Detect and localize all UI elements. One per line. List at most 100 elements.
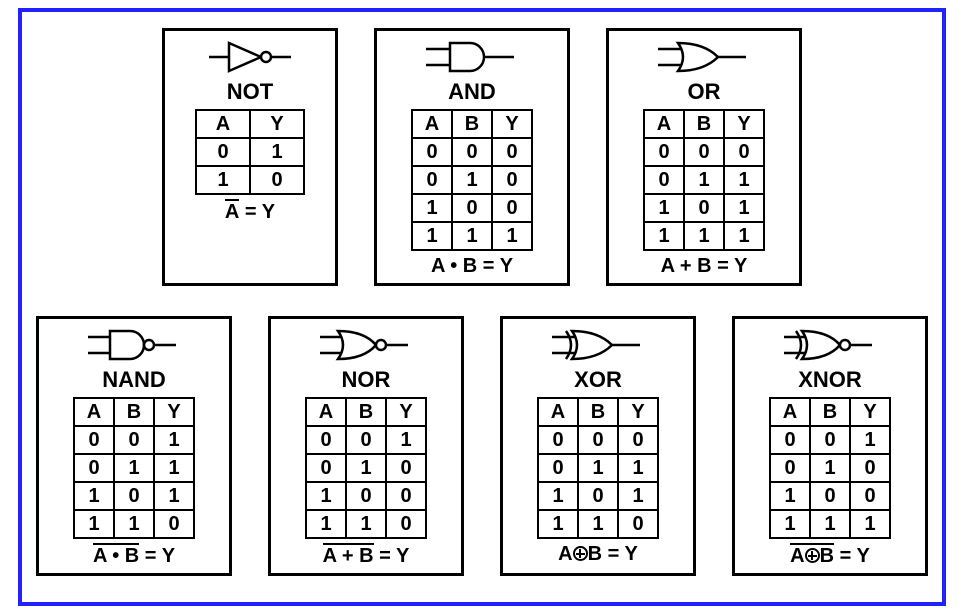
cell: A — [644, 110, 684, 138]
expression-or: A + B = Y — [619, 255, 789, 277]
cell: 0 — [850, 454, 890, 482]
cell: 0 — [724, 138, 764, 166]
cell: 0 — [306, 426, 346, 454]
cell: 1 — [452, 222, 492, 250]
row-top: NOT A Y 0 1 1 0 A = Y — [22, 28, 942, 286]
table-row: ABY — [412, 110, 532, 138]
cell: Y — [154, 398, 194, 426]
expression-nor: A + B = Y — [281, 543, 451, 567]
truth-table-or: ABY 000 011 101 111 — [643, 109, 765, 251]
cell: 0 — [250, 166, 304, 194]
cell: 1 — [850, 426, 890, 454]
cell: 1 — [154, 454, 194, 482]
truth-table-nand: ABY 001 011 101 110 — [73, 397, 195, 539]
cell: 1 — [74, 482, 114, 510]
xor-symbol-icon — [805, 548, 820, 563]
expression-nand: A • B = Y — [49, 543, 219, 567]
cell: 1 — [346, 510, 386, 538]
table-row: 000 — [644, 138, 764, 166]
cell: 1 — [578, 454, 618, 482]
truth-table-nor: ABY 001 010 100 110 — [305, 397, 427, 539]
table-row: 111 — [644, 222, 764, 250]
cell: 0 — [114, 426, 154, 454]
card-xor: XOR ABY 000 011 101 110 AB = Y — [500, 316, 696, 576]
cell: A — [306, 398, 346, 426]
cell: A — [196, 110, 250, 138]
expression-xnor: AB = Y — [745, 543, 915, 567]
xnor-gate-icon — [780, 325, 880, 365]
cell: 0 — [346, 482, 386, 510]
cell: A — [538, 398, 578, 426]
cell: 1 — [578, 510, 618, 538]
cell: 1 — [770, 482, 810, 510]
table-row: ABY — [538, 398, 658, 426]
cell: 1 — [850, 510, 890, 538]
table-row: 111 — [770, 510, 890, 538]
card-nor: NOR ABY 001 010 100 110 A + B = Y — [268, 316, 464, 576]
cell: 1 — [644, 222, 684, 250]
cell: 0 — [154, 510, 194, 538]
cell: 1 — [684, 222, 724, 250]
cell: 1 — [724, 194, 764, 222]
cell: B — [346, 398, 386, 426]
cell: 0 — [850, 482, 890, 510]
cell: 0 — [492, 166, 532, 194]
not-gate-icon — [205, 37, 295, 77]
card-and: AND ABY 000 010 100 111 A • B = Y — [374, 28, 570, 286]
table-row: 001 — [770, 426, 890, 454]
table-row: ABY — [644, 110, 764, 138]
cell: 0 — [412, 166, 452, 194]
cell: 0 — [684, 138, 724, 166]
table-row: 111 — [412, 222, 532, 250]
table-row: 0 1 — [196, 138, 304, 166]
cell: B — [452, 110, 492, 138]
table-row: 010 — [412, 166, 532, 194]
cell: 0 — [644, 138, 684, 166]
cell: 1 — [74, 510, 114, 538]
cell: Y — [492, 110, 532, 138]
cell: B — [684, 110, 724, 138]
table-row: 101 — [644, 194, 764, 222]
cell: 0 — [74, 454, 114, 482]
truth-table-and: ABY 000 010 100 111 — [411, 109, 533, 251]
cell: 1 — [810, 510, 850, 538]
table-row: 100 — [770, 482, 890, 510]
table-row: 011 — [538, 454, 658, 482]
cell: 1 — [618, 454, 658, 482]
cell: Y — [618, 398, 658, 426]
gate-name: OR — [619, 79, 789, 105]
cell: 1 — [306, 482, 346, 510]
cell: 1 — [492, 222, 532, 250]
table-row: 110 — [74, 510, 194, 538]
cell: 0 — [810, 482, 850, 510]
nand-gate-icon — [84, 325, 184, 365]
cell: 1 — [724, 222, 764, 250]
cell: 0 — [538, 454, 578, 482]
card-or: OR ABY 000 011 101 111 A + B = Y — [606, 28, 802, 286]
cell: 0 — [74, 426, 114, 454]
cell: A — [74, 398, 114, 426]
gate-name: XOR — [513, 367, 683, 393]
cell: 1 — [154, 426, 194, 454]
table-row: 001 — [306, 426, 426, 454]
cell: 0 — [578, 482, 618, 510]
table-row: ABY — [306, 398, 426, 426]
gate-name: NOR — [281, 367, 451, 393]
cell: B — [810, 398, 850, 426]
table-row: 110 — [538, 510, 658, 538]
expression-and: A • B = Y — [387, 255, 557, 277]
or-gate-icon — [654, 37, 754, 77]
table-row: 1 0 — [196, 166, 304, 194]
cell: 1 — [154, 482, 194, 510]
cell: 0 — [810, 426, 850, 454]
and-gate-icon — [422, 37, 522, 77]
cell: 1 — [250, 138, 304, 166]
cell: 0 — [196, 138, 250, 166]
table-row: 100 — [412, 194, 532, 222]
cell: 0 — [386, 510, 426, 538]
cell: A — [412, 110, 452, 138]
cell: 0 — [412, 138, 452, 166]
table-row: 000 — [538, 426, 658, 454]
xor-gate-icon — [548, 325, 648, 365]
cell: 1 — [114, 510, 154, 538]
